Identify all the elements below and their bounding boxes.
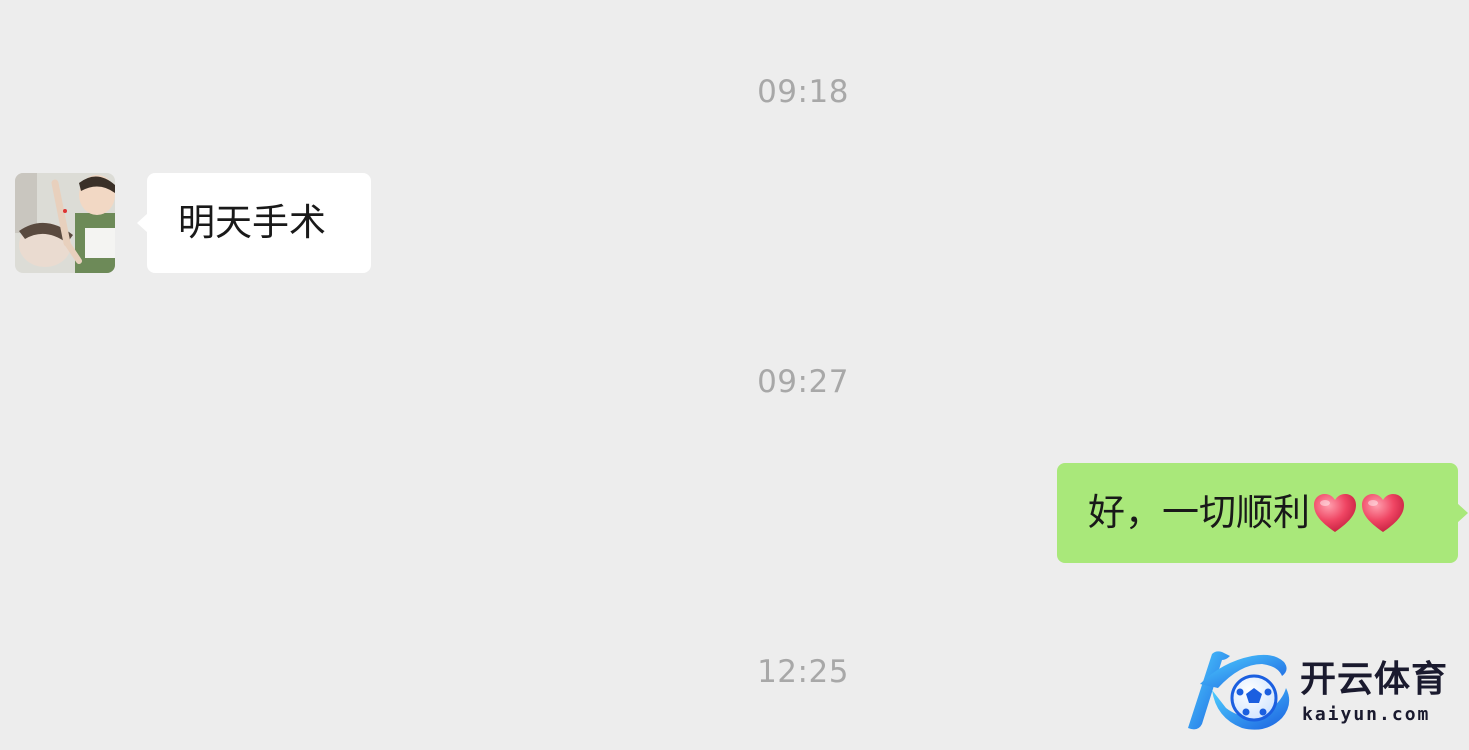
timestamp: 09:27	[757, 364, 849, 400]
watermark-brand-en: kaiyun.com	[1302, 704, 1431, 725]
watermark: 开云体育 kaiyun.com	[1182, 648, 1462, 734]
red-heart-icon	[1314, 494, 1356, 532]
incoming-message-bubble[interactable]: 明天手术	[137, 173, 371, 273]
avatar[interactable]	[15, 173, 115, 273]
watermark-brand-cn: 开云体育	[1300, 659, 1449, 700]
message-text: 明天手术	[178, 201, 326, 244]
kaiyun-logo-icon	[1188, 651, 1290, 730]
avatar-photo-icon	[15, 173, 115, 273]
timestamp: 09:18	[757, 74, 849, 110]
outgoing-message-bubble[interactable]: 好，一切顺利	[1057, 463, 1468, 563]
message-text: 好，一切顺利	[1088, 491, 1310, 534]
red-heart-icon	[1362, 494, 1404, 532]
